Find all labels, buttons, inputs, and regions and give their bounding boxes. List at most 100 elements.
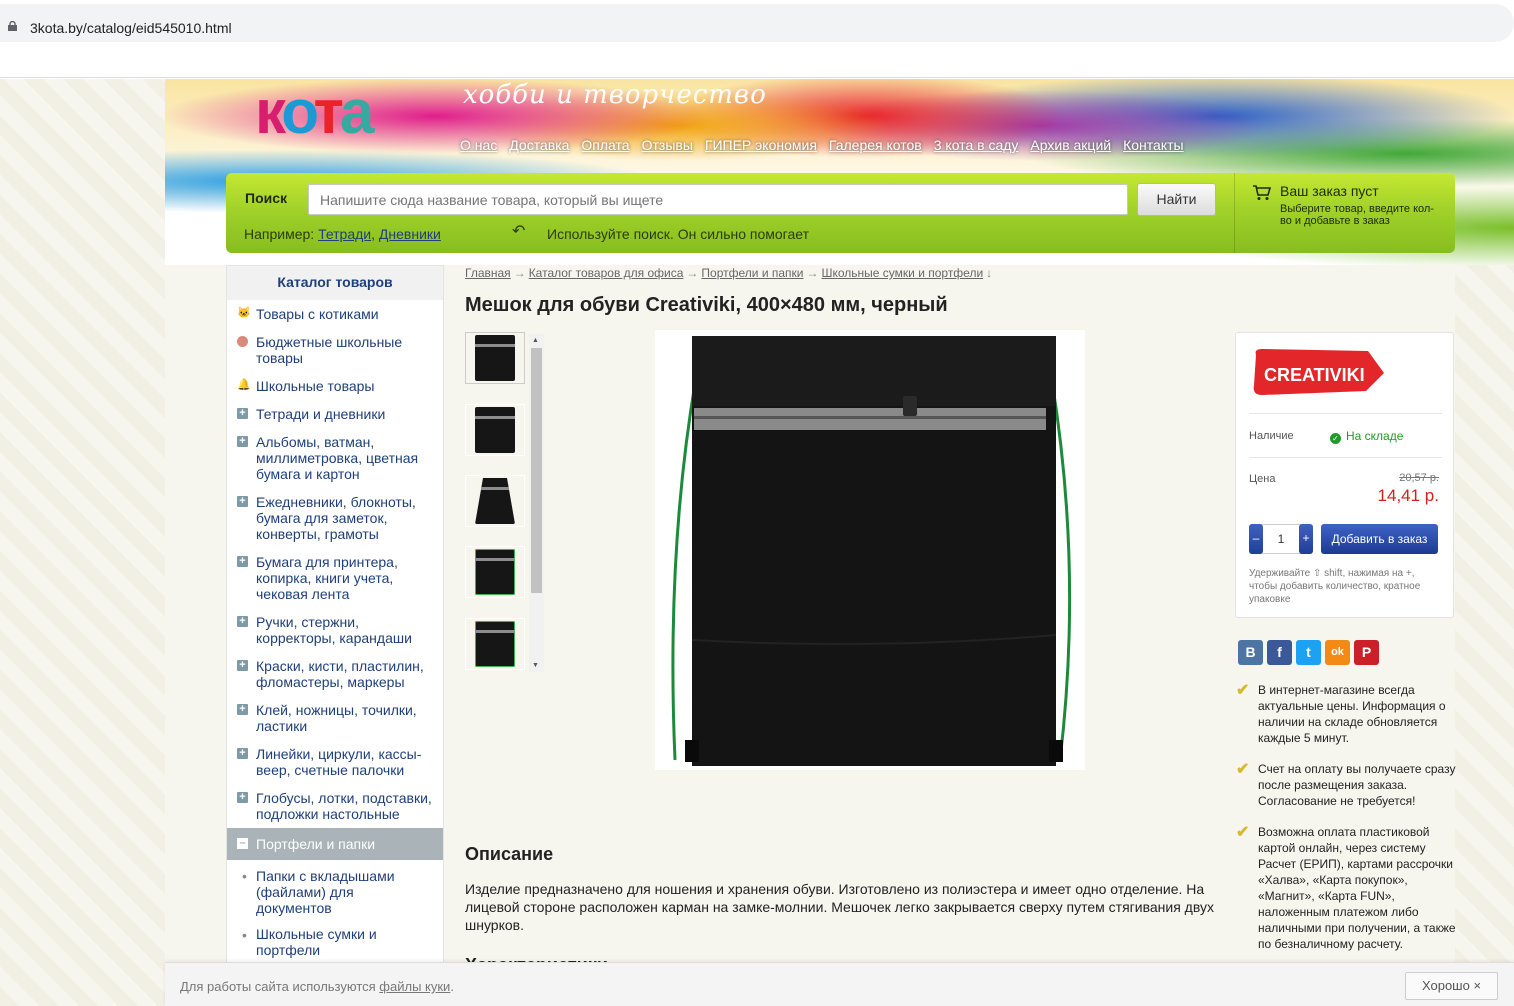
quantity-note: Удерживайте ⇧ shift, нажимая на +, чтобы… xyxy=(1249,568,1421,605)
breadcrumb-office-catalog[interactable]: Каталог товаров для офиса xyxy=(529,266,684,280)
address-field[interactable]: 3kota.by/catalog/eid545010.html xyxy=(0,4,1514,42)
bullet-icon: • xyxy=(242,868,247,884)
cookie-link[interactable]: файлы куки xyxy=(379,979,450,994)
odnoklassniki-icon[interactable]: ok xyxy=(1325,640,1350,665)
vk-icon[interactable]: В xyxy=(1238,640,1263,665)
sidebar-item-label: Альбомы, ватман, миллиметровка, цветная … xyxy=(256,434,419,482)
catalog-sidebar: Каталог товаров 🐱 Товары с котиками Бюдже… xyxy=(226,265,444,1006)
sidebar-item-globes[interactable]: + Глобусы, лотки, подставки, подложки нас… xyxy=(227,784,443,828)
cookie-accept-button[interactable]: Хорошо × xyxy=(1405,972,1498,1000)
checkmark-icon: ✔ xyxy=(1236,682,1250,699)
search-examples: Например: Тетради, Дневники xyxy=(244,226,441,242)
top-navigation: О нас Доставка Оплата Отзывы ГИПЕР эконо… xyxy=(460,137,1184,153)
social-share: В f t ok P xyxy=(1238,640,1379,665)
sidebar-item-label: Бюджетные школьные товары xyxy=(256,334,403,366)
sidebar-item-label: Ежедневники, блокноты, бумага для замето… xyxy=(256,494,416,542)
sidebar-item-label: Тетради и дневники xyxy=(256,406,386,422)
cat-icon: 🐱 xyxy=(237,307,251,319)
thumbnail-image[interactable] xyxy=(465,546,525,598)
thumbnail-image[interactable] xyxy=(465,475,525,527)
sidebar-subitem-label: Школьные сумки и портфели xyxy=(256,926,377,958)
nav-link-payment[interactable]: Оплата xyxy=(581,137,629,153)
nav-link-garden[interactable]: 3 кота в саду xyxy=(934,137,1019,153)
bookmarks-gap xyxy=(0,48,1514,78)
quantity-input[interactable]: 1 xyxy=(1264,525,1298,553)
quantity-decrement-button[interactable]: – xyxy=(1249,524,1263,554)
sidebar-item-cat-goods[interactable]: 🐱 Товары с котиками xyxy=(227,300,443,328)
cookie-text: Для работы сайта используются файлы куки… xyxy=(180,979,454,994)
facebook-icon[interactable]: f xyxy=(1267,640,1292,665)
sidebar-item-rulers[interactable]: + Линейки, циркули, кассы-веер, счетные п… xyxy=(227,740,443,784)
site-slogan: хобби и творчество xyxy=(463,80,767,110)
sidebar-item-glue[interactable]: + Клей, ножницы, точилки, ластики xyxy=(227,696,443,740)
nav-link-gallery[interactable]: Галерея котов xyxy=(829,137,922,153)
product-image[interactable] xyxy=(655,330,1085,770)
coin-icon xyxy=(237,336,248,347)
plus-icon: + xyxy=(237,408,248,419)
twitter-icon[interactable]: t xyxy=(1296,640,1321,665)
sidebar-item-printer-paper[interactable]: + Бумага для принтера, копирка, книги уче… xyxy=(227,548,443,608)
nav-link-contacts[interactable]: Контакты xyxy=(1123,137,1183,153)
breadcrumb-home[interactable]: Главная xyxy=(465,266,511,280)
cookie-message: Для работы сайта используются xyxy=(180,979,380,994)
url-text: 3kota.by/catalog/eid545010.html xyxy=(30,20,232,36)
quantity-stepper: – 1 + xyxy=(1249,524,1313,554)
thumbnail-image[interactable] xyxy=(465,404,525,456)
example-link-notebooks[interactable]: Тетради xyxy=(318,226,371,242)
scroll-down-icon[interactable]: ▼ xyxy=(532,662,539,669)
lock-icon xyxy=(8,21,17,31)
breadcrumb: Главная → Каталог товаров для офиса → Портфе… xyxy=(465,266,995,280)
arrow-right-icon: → xyxy=(806,266,819,280)
catalog-title[interactable]: Каталог товаров xyxy=(227,266,443,300)
example-link-diaries[interactable]: Дневники xyxy=(379,226,441,242)
site-logo[interactable]: кота xyxy=(255,82,374,144)
search-input[interactable] xyxy=(308,184,1128,215)
sidebar-subitem-folders[interactable]: • Папки с вкладышами (файлами) для докуме… xyxy=(227,860,443,920)
cart-divider xyxy=(1234,173,1235,253)
cookie-period: . xyxy=(450,979,454,994)
scrollbar-thumb[interactable] xyxy=(531,348,542,593)
thumbnail-image[interactable] xyxy=(465,618,525,670)
sidebar-item-notebooks[interactable]: + Тетради и дневники xyxy=(227,400,443,428)
sidebar-item-paints[interactable]: + Краски, кисти, пластилин, фломастеры, м… xyxy=(227,652,443,696)
nav-link-archive[interactable]: Архив акций xyxy=(1030,137,1111,153)
nav-link-hyper-economy[interactable]: ГИПЕР экономия xyxy=(705,137,817,153)
price-label: Цена xyxy=(1249,473,1276,485)
nav-link-reviews[interactable]: Отзывы xyxy=(642,137,693,153)
plus-icon: + xyxy=(237,436,248,447)
sidebar-item-label: Школьные товары xyxy=(256,378,375,394)
sidebar-item-budget-school[interactable]: Бюджетные школьные товары xyxy=(227,328,443,372)
cart-subtitle: Выберите товар, введите кол-во и добавьт… xyxy=(1280,203,1434,227)
sidebar-item-label: Товары с котиками xyxy=(256,306,379,322)
nav-link-about[interactable]: О нас xyxy=(460,137,497,153)
cart-title[interactable]: Ваш заказ пуст xyxy=(1280,183,1379,199)
search-button[interactable]: Найти xyxy=(1137,183,1216,216)
sidebar-item-albums[interactable]: + Альбомы, ватман, миллиметровка, цветная… xyxy=(227,428,443,488)
sidebar-item-bags-folders[interactable]: – Портфели и папки xyxy=(227,828,443,860)
info-text: В интернет-магазине всегда актуальные це… xyxy=(1258,683,1446,745)
availability-label: Наличие xyxy=(1249,430,1294,442)
brand-logo[interactable]: CREATIVIKI xyxy=(1250,345,1386,399)
quantity-increment-button[interactable]: + xyxy=(1299,524,1313,554)
description-heading: Описание xyxy=(465,844,554,864)
breadcrumb-bags-folders[interactable]: Портфели и папки xyxy=(701,266,803,280)
browser-address-bar[interactable]: 3kota.by/catalog/eid545010.html xyxy=(0,0,1514,48)
arrow-right-icon: → xyxy=(513,266,526,280)
plus-icon: + xyxy=(237,616,248,627)
nav-link-delivery[interactable]: Доставка xyxy=(509,137,569,153)
brand-logo-text: CREATIVIKI xyxy=(1264,365,1365,385)
sidebar-item-pens[interactable]: + Ручки, стержни, корректоры, карандаши xyxy=(227,608,443,652)
thumbnail-image[interactable] xyxy=(465,332,525,384)
sidebar-item-planners[interactable]: + Ежедневники, блокноты, бумага для замет… xyxy=(227,488,443,548)
sidebar-subitem-school-bags[interactable]: • Школьные сумки и портфели xyxy=(227,920,443,962)
sidebar-item-school-goods[interactable]: 🔔 Школьные товары xyxy=(227,372,443,400)
thumbnail-scrollbar[interactable]: ▲ ▼ xyxy=(529,334,544,672)
pinterest-icon[interactable]: P xyxy=(1354,640,1379,665)
curved-arrow-icon: ↶ xyxy=(512,223,526,240)
breadcrumb-school-bags[interactable]: Школьные сумки и портфели xyxy=(821,266,983,280)
logo-letter: о xyxy=(281,78,317,147)
arrow-down-icon[interactable]: ↓ xyxy=(986,266,992,280)
add-to-order-button[interactable]: Добавить в заказ xyxy=(1321,524,1438,554)
plus-icon: + xyxy=(237,496,248,507)
scroll-up-icon[interactable]: ▲ xyxy=(532,337,539,344)
